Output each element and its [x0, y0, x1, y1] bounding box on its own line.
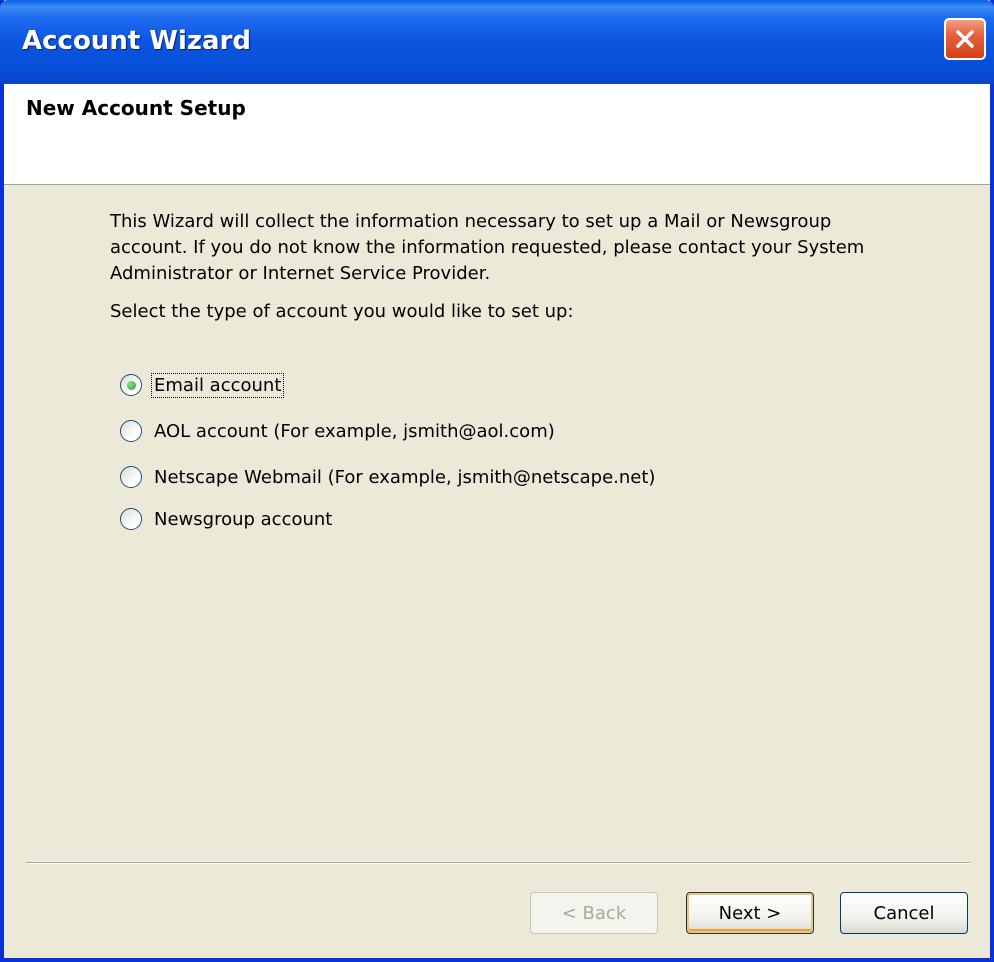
radio-netscape-webmail[interactable]: Netscape Webmail (For example, jsmith@ne…	[120, 462, 657, 492]
radio-label-newsgroup[interactable]: Newsgroup account	[152, 508, 334, 531]
account-type-prompt: Select the type of account you would lik…	[110, 301, 574, 322]
radio-label-email[interactable]: Email account	[150, 372, 285, 398]
radio-label-netscape[interactable]: Netscape Webmail (For example, jsmith@ne…	[152, 466, 657, 489]
title-bar[interactable]: Account Wizard	[0, 0, 994, 84]
header-panel: New Account Setup	[4, 84, 990, 185]
next-button[interactable]: Next >	[686, 892, 814, 934]
account-wizard-window: Account Wizard New Account Setup This Wi…	[0, 0, 994, 962]
intro-text: This Wizard will collect the information…	[110, 211, 865, 284]
cancel-button[interactable]: Cancel	[840, 892, 968, 934]
radio-aol-account[interactable]: AOL account (For example, jsmith@aol.com…	[120, 416, 557, 446]
back-button[interactable]: < Back	[530, 892, 658, 934]
close-button[interactable]	[944, 18, 986, 60]
radio-newsgroup-account[interactable]: Newsgroup account	[120, 504, 334, 534]
button-separator	[26, 862, 970, 864]
radio-button[interactable]	[120, 508, 142, 530]
radio-dot-icon	[126, 380, 136, 390]
radio-email-account[interactable]: Email account	[120, 370, 285, 400]
radio-button-selected[interactable]	[120, 374, 142, 396]
page-title: New Account Setup	[26, 96, 246, 120]
radio-label-aol[interactable]: AOL account (For example, jsmith@aol.com…	[152, 420, 557, 443]
window-title: Account Wizard	[22, 26, 252, 56]
radio-button[interactable]	[120, 466, 142, 488]
close-icon	[956, 30, 974, 48]
radio-button[interactable]	[120, 420, 142, 442]
